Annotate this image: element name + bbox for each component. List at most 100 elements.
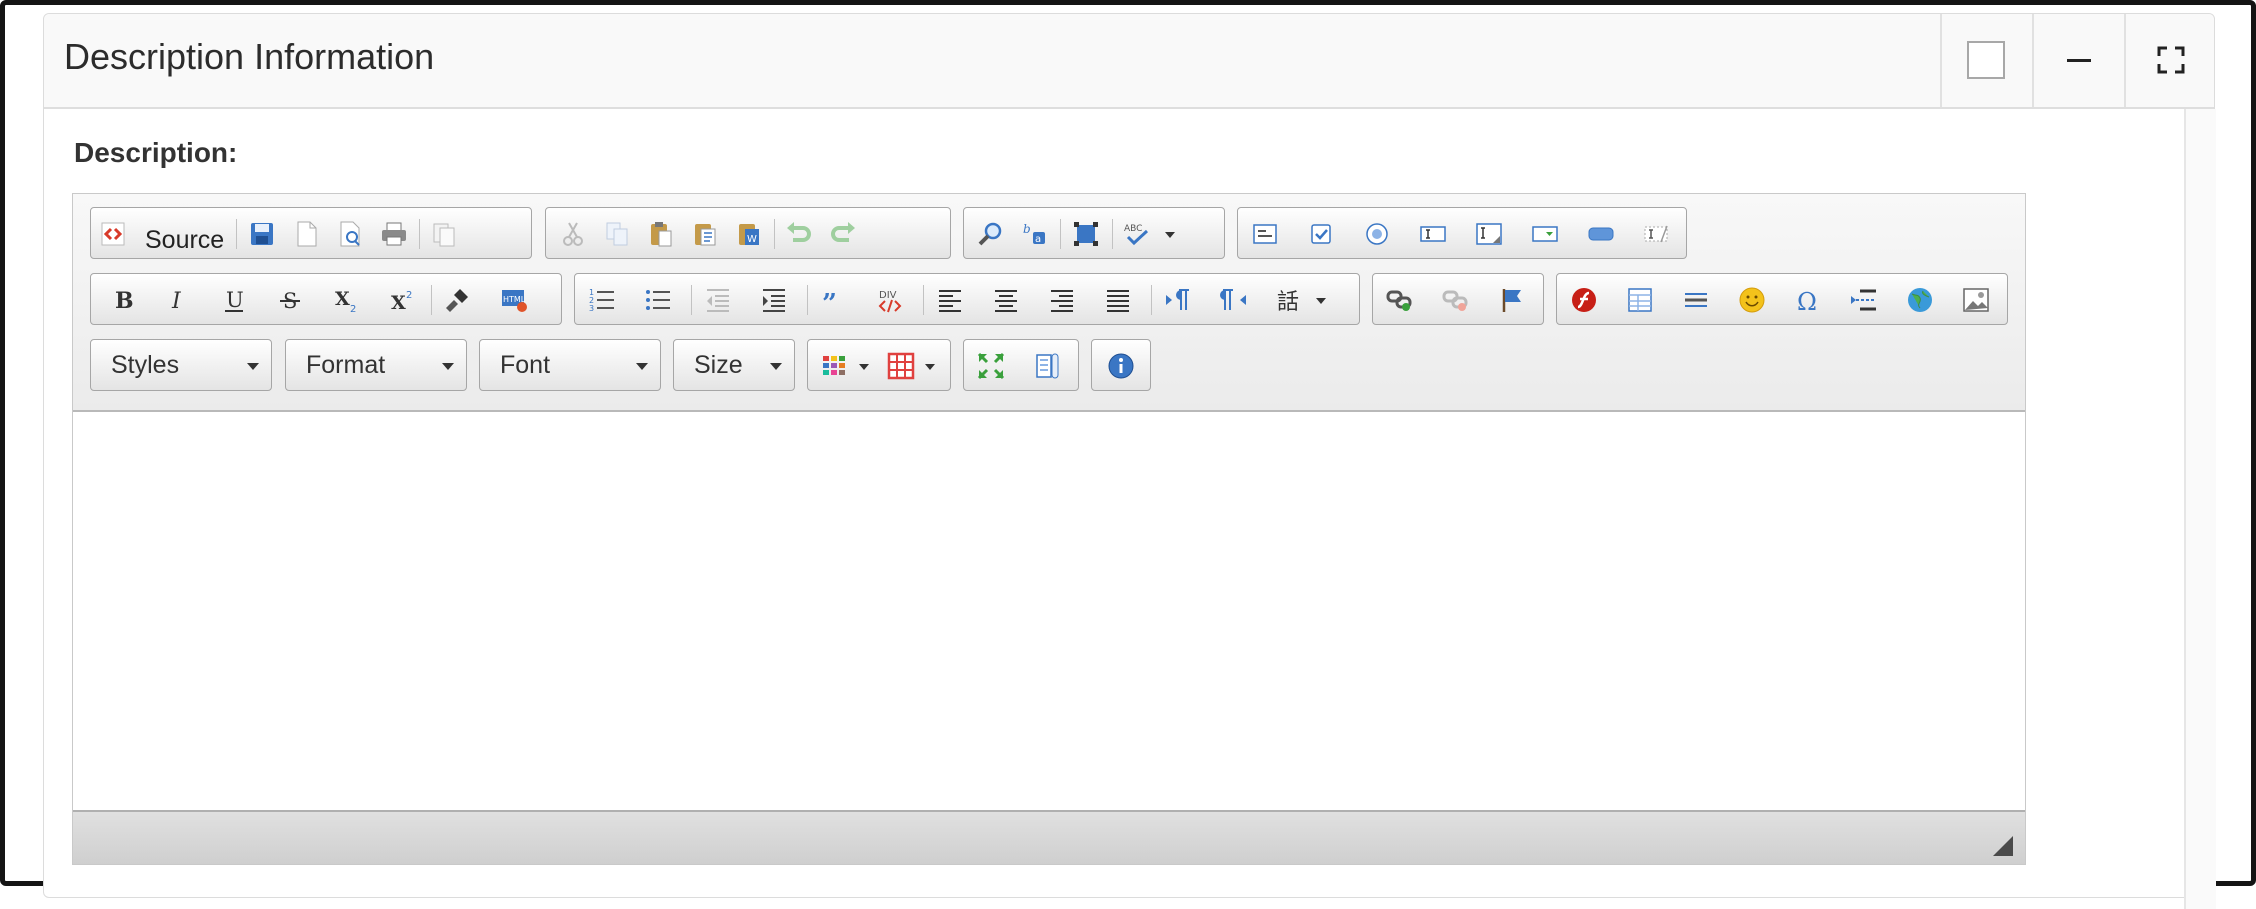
templates-button[interactable]	[425, 215, 463, 253]
format-combo[interactable]: Format	[285, 339, 467, 391]
print-button[interactable]	[375, 215, 413, 253]
language-button[interactable]: 話	[1271, 281, 1341, 319]
select-field-icon	[1532, 226, 1558, 242]
toolbar-group-colors	[807, 339, 951, 391]
form-button[interactable]	[1246, 215, 1284, 253]
preview-button[interactable]	[331, 215, 369, 253]
show-blocks-icon	[1036, 353, 1059, 379]
button-field-icon	[1588, 227, 1614, 241]
about-button[interactable]	[1102, 347, 1140, 385]
underline-button[interactable]: U	[215, 281, 253, 319]
table-button[interactable]	[1621, 281, 1659, 319]
checkbox-icon	[1967, 41, 2005, 79]
align-left-button[interactable]	[931, 281, 969, 319]
flash-button[interactable]	[1565, 281, 1603, 319]
superscript-button[interactable]: X2	[383, 281, 421, 319]
copy-button[interactable]	[598, 215, 636, 253]
toolbar-separator	[1151, 285, 1152, 315]
align-right-button[interactable]	[1043, 281, 1081, 319]
create-div-button[interactable]: DIV	[871, 281, 909, 319]
bulleted-list-button[interactable]	[639, 281, 677, 319]
table-grid-button[interactable]	[882, 347, 944, 385]
checkbox-button[interactable]	[1302, 215, 1340, 253]
size-combo[interactable]: Size	[673, 339, 795, 391]
div-icon: DIV	[878, 290, 902, 313]
smiley-icon	[1739, 287, 1765, 313]
remove-format-button[interactable]: HTML	[495, 281, 533, 319]
toolbar-separator	[236, 219, 237, 249]
align-right-icon	[1051, 290, 1073, 312]
svg-text:W: W	[747, 234, 757, 245]
text-field-button[interactable]	[1414, 215, 1452, 253]
svg-text:a: a	[1035, 234, 1041, 245]
maximize-button[interactable]	[972, 347, 1010, 385]
radio-button[interactable]	[1358, 215, 1396, 253]
smiley-button[interactable]	[1733, 281, 1771, 319]
text-direction-rtl-button[interactable]	[1215, 281, 1253, 319]
resize-handle-icon[interactable]	[1993, 836, 2013, 856]
anchor-flag-icon	[1502, 289, 1521, 312]
source-button[interactable]: Source	[95, 215, 233, 254]
blockquote-button[interactable]: ”	[815, 281, 853, 319]
show-blocks-button[interactable]	[1028, 347, 1066, 385]
cut-icon	[563, 222, 583, 246]
link-button[interactable]	[1381, 281, 1419, 319]
replace-button[interactable]: ba	[1016, 215, 1054, 253]
svg-text:I: I	[171, 289, 182, 314]
superscript-icon: X2	[391, 290, 412, 314]
redo-button[interactable]	[824, 215, 862, 253]
panel-select-checkbox[interactable]	[1940, 14, 2030, 107]
image-button[interactable]	[1957, 281, 1995, 319]
form-button-button[interactable]	[1582, 215, 1620, 253]
paste-text-button[interactable]	[686, 215, 724, 253]
select-field-button[interactable]	[1526, 215, 1564, 253]
textarea-icon	[1476, 223, 1502, 245]
align-center-button[interactable]	[987, 281, 1025, 319]
styles-combo[interactable]: Styles	[90, 339, 272, 391]
table-grid-dropdown-arrow	[925, 364, 935, 370]
editor-content-area[interactable]	[73, 412, 2025, 812]
numbered-list-button[interactable]: 123	[583, 281, 621, 319]
source-label: Source	[145, 226, 225, 254]
text-color-button[interactable]	[816, 347, 878, 385]
cut-button[interactable]	[554, 215, 592, 253]
toolbar-group-basic-styles: B I U S X2 X2 HTML	[90, 273, 562, 325]
justify-button[interactable]	[1099, 281, 1137, 319]
find-button[interactable]	[972, 215, 1010, 253]
description-label: Description:	[74, 137, 238, 168]
paste-word-button[interactable]: W	[730, 215, 768, 253]
chevron-down-icon	[636, 363, 648, 370]
special-char-button[interactable]: Ω	[1789, 281, 1827, 319]
select-all-button[interactable]	[1067, 215, 1105, 253]
paintbrush-icon	[446, 289, 468, 312]
strike-button[interactable]: S	[271, 281, 309, 319]
paste-button[interactable]	[642, 215, 680, 253]
globe-icon	[1908, 288, 1932, 312]
link-icon	[1386, 290, 1412, 311]
text-direction-ltr-button[interactable]	[1159, 281, 1197, 319]
horizontal-rule-button[interactable]	[1677, 281, 1715, 319]
spellcheck-button[interactable]: ABC	[1118, 215, 1188, 253]
panel-minimize-button[interactable]	[2032, 14, 2122, 107]
subscript-button[interactable]: X2	[327, 281, 365, 319]
omega-icon: Ω	[1797, 288, 1817, 314]
outdent-button[interactable]	[699, 281, 737, 319]
font-combo[interactable]: Font	[479, 339, 661, 391]
anchor-button[interactable]	[1493, 281, 1531, 319]
table-grid-icon	[887, 352, 915, 380]
iframe-button[interactable]	[1901, 281, 1939, 319]
save-icon	[251, 223, 273, 245]
save-button[interactable]	[243, 215, 281, 253]
unlink-button[interactable]	[1437, 281, 1475, 319]
bold-button[interactable]: B	[103, 281, 141, 319]
italic-button[interactable]: I	[159, 281, 197, 319]
textarea-button[interactable]	[1470, 215, 1508, 253]
copy-formatting-button[interactable]	[439, 281, 477, 319]
hidden-field-button[interactable]	[1638, 215, 1676, 253]
svg-text:Ω: Ω	[1797, 288, 1817, 314]
panel-fullscreen-button[interactable]	[2124, 14, 2214, 107]
new-page-button[interactable]	[287, 215, 325, 253]
page-break-button[interactable]	[1845, 281, 1883, 319]
undo-button[interactable]	[780, 215, 818, 253]
indent-button[interactable]	[755, 281, 793, 319]
